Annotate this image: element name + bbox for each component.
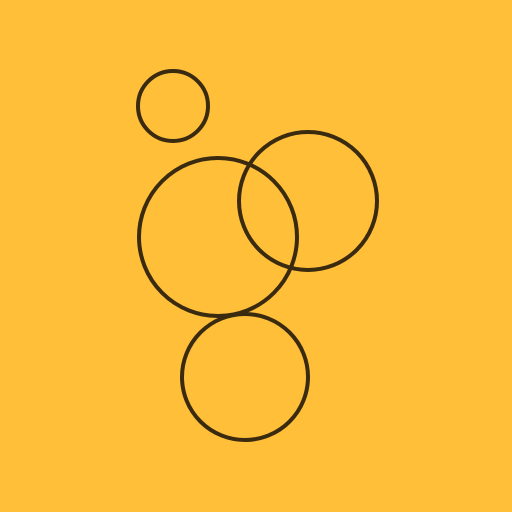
bubbles-graphic — [0, 0, 512, 512]
bubbles-icon — [0, 0, 512, 512]
background-fill — [0, 0, 512, 512]
